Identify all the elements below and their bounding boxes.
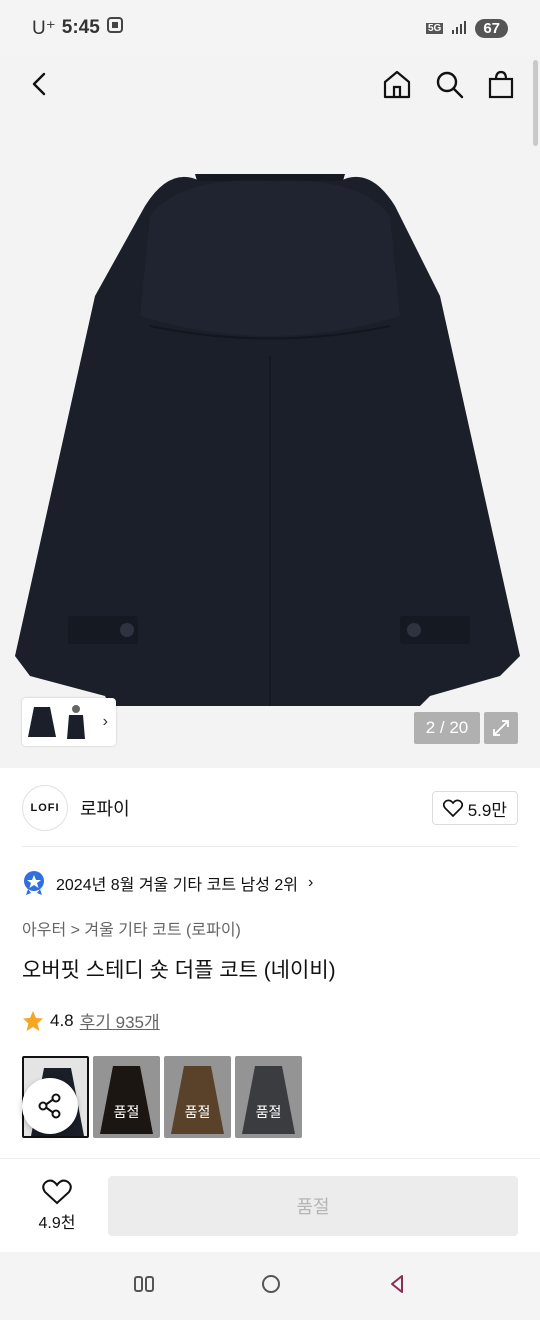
system-navigation: [0, 1252, 540, 1320]
thumbnail-strip[interactable]: ›: [22, 698, 116, 746]
heart-icon: [42, 1179, 72, 1204]
battery-badge: 67: [475, 18, 508, 38]
product-gallery[interactable]: › 2 / 20: [0, 56, 540, 768]
home-button[interactable]: [380, 67, 414, 101]
ranking-link[interactable]: 2024년 8월 겨울 기타 코트 남성 2위 ›: [22, 870, 313, 896]
top-nav: [0, 56, 540, 112]
product-title: 오버핏 스테디 숏 더플 코트 (네이비): [22, 959, 336, 982]
rating-value: 4.8: [50, 1010, 74, 1030]
recent-apps-icon: [133, 1275, 154, 1292]
sold-out-label: 품절: [93, 1056, 160, 1138]
chevron-right-icon: ›: [102, 713, 108, 730]
brand-like-count: 5.9만: [467, 800, 507, 820]
home-icon: [383, 70, 411, 99]
brand-name[interactable]: 로파이: [80, 795, 130, 821]
screenshot-icon: [106, 16, 124, 40]
sold-out-label: 품절: [235, 1056, 302, 1138]
system-back-button[interactable]: [387, 1273, 407, 1300]
wishlist-count: 4.9천: [38, 1214, 76, 1232]
breadcrumb[interactable]: 아우터 > 겨울 기타 코트 (로파이): [22, 916, 241, 940]
chevron-right-icon: ›: [307, 874, 314, 891]
ranking-badge-icon: [24, 871, 44, 895]
chevron-left-icon: [32, 72, 46, 96]
share-button[interactable]: [22, 1078, 78, 1134]
buy-button[interactable]: 품절: [108, 1175, 518, 1236]
color-option-camel[interactable]: 품절: [164, 1056, 231, 1138]
status-left: U⁺ 5:45: [32, 16, 124, 40]
ranking-text: 2024년 8월 겨울 기타 코트 남성 2위: [56, 877, 298, 894]
cart-button[interactable]: [484, 67, 518, 101]
brand-row[interactable]: LOFI 로파이 5.9만: [22, 782, 518, 834]
bottom-action-bar: 4.9천 품절: [0, 1158, 540, 1252]
brand-logo[interactable]: LOFI: [22, 785, 68, 831]
wishlist-button[interactable]: 4.9천: [22, 1179, 92, 1233]
search-button[interactable]: [432, 67, 466, 101]
shopping-bag-icon: [488, 70, 514, 99]
coat-image: [15, 174, 520, 707]
search-icon: [436, 71, 464, 99]
nav-actions: [380, 67, 518, 101]
home-circle-icon: [261, 1274, 280, 1293]
back-button[interactable]: [22, 67, 56, 101]
network-label: 5G: [425, 22, 444, 34]
home-system-button[interactable]: [260, 1273, 282, 1300]
brand-like-button[interactable]: 5.9만: [431, 791, 518, 825]
rating-row[interactable]: 4.8 후기 935개: [22, 1008, 160, 1033]
divider: [22, 846, 518, 847]
star-icon: [23, 1010, 43, 1031]
share-icon: [38, 1093, 61, 1119]
scrollbar[interactable]: [533, 60, 538, 146]
heart-icon: [442, 799, 463, 817]
recent-apps-button[interactable]: [133, 1274, 155, 1299]
status-right: 5G 67: [425, 18, 508, 38]
status-bar: U⁺ 5:45 5G 67: [0, 0, 540, 56]
image-counter: 2 / 20: [414, 712, 480, 744]
signal-icon: [451, 20, 467, 37]
thumbnail-coat-icon: [28, 707, 56, 737]
sold-out-label: 품절: [164, 1056, 231, 1138]
carrier-label: U⁺: [32, 17, 56, 39]
back-triangle-icon: [391, 1274, 404, 1293]
color-option-gray[interactable]: 품절: [235, 1056, 302, 1138]
expand-button[interactable]: [484, 712, 518, 744]
clock: 5:45: [61, 17, 100, 38]
review-count-link[interactable]: 후기 935개: [80, 1008, 160, 1033]
color-option-brown[interactable]: 품절: [93, 1056, 160, 1138]
expand-icon: [493, 720, 509, 736]
thumbnail-model-icon: [67, 705, 85, 739]
